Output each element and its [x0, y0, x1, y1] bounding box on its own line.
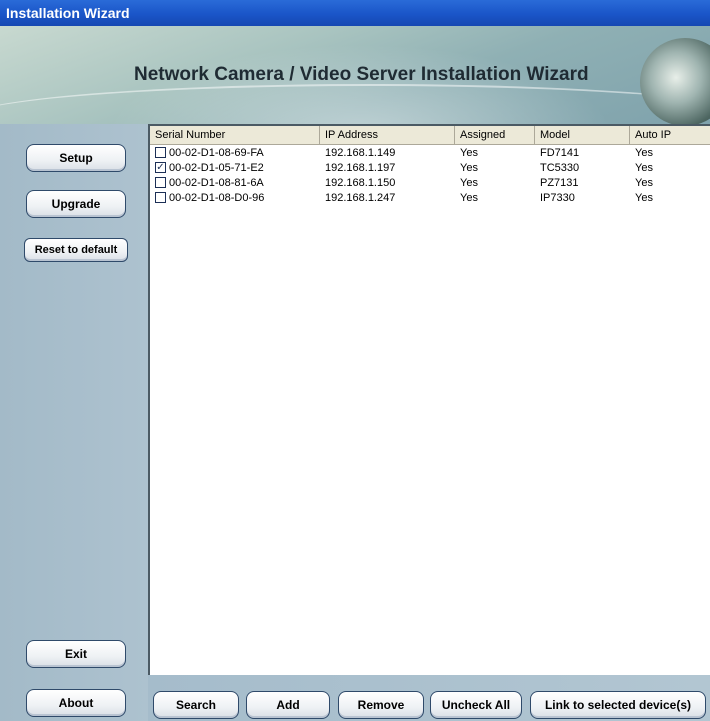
sidebar: Setup Upgrade Reset to default Exit Abou… [0, 124, 148, 721]
ip-cell: 192.168.1.149 [325, 147, 396, 159]
about-button[interactable]: About [26, 689, 126, 717]
banner-title: Network Camera / Video Server Installati… [134, 64, 589, 85]
table-header: Serial Number IP Address Assigned Model … [150, 126, 710, 145]
model-cell: IP7330 [540, 192, 575, 204]
auto-ip-cell: Yes [635, 147, 653, 159]
about-label: About [58, 696, 94, 710]
table-row[interactable]: ✓ 00-02-D1-05-71-E2 192.168.1.197 Yes TC… [150, 161, 710, 176]
ip-cell: 192.168.1.150 [325, 177, 396, 189]
serial-cell: 00-02-D1-08-81-6A [169, 177, 264, 189]
search-label: Search [175, 698, 217, 712]
auto-ip-cell: Yes [635, 192, 653, 204]
serial-cell: 00-02-D1-08-D0-96 [169, 192, 265, 204]
upgrade-button[interactable]: Upgrade [26, 190, 126, 218]
upgrade-label: Upgrade [51, 197, 101, 211]
link-label: Link to selected device(s) [544, 698, 692, 712]
assigned-cell: Yes [460, 177, 478, 189]
reset-label: Reset to default [34, 244, 118, 256]
search-button[interactable]: Search [153, 691, 239, 719]
auto-ip-cell: Yes [635, 177, 653, 189]
exit-button[interactable]: Exit [26, 640, 126, 668]
table-row[interactable]: 00-02-D1-08-D0-96 192.168.1.247 Yes IP73… [150, 191, 710, 206]
camera-lens-graphic [640, 38, 710, 124]
row-checkbox[interactable] [155, 177, 166, 188]
row-checkbox-checked[interactable]: ✓ [155, 162, 166, 173]
uncheck-all-label: Uncheck All [441, 698, 511, 712]
remove-label: Remove [357, 698, 405, 712]
column-header-assigned[interactable]: Assigned [455, 126, 535, 144]
model-cell: PZ7131 [540, 177, 579, 189]
column-header-ip[interactable]: IP Address [320, 126, 455, 144]
assigned-cell: Yes [460, 192, 478, 204]
column-header-auto-ip[interactable]: Auto IP [630, 126, 710, 144]
serial-cell: 00-02-D1-08-69-FA [169, 147, 264, 159]
model-cell: FD7141 [540, 147, 580, 159]
row-checkbox[interactable] [155, 147, 166, 158]
bottom-toolbar: Search Add Remove Uncheck All Link to se… [148, 675, 710, 721]
link-to-selected-devices-button[interactable]: Link to selected device(s) [530, 691, 706, 719]
table-row[interactable]: 00-02-D1-08-69-FA 192.168.1.149 Yes FD71… [150, 146, 710, 161]
window-title: Installation Wizard [0, 0, 710, 26]
setup-label: Setup [59, 151, 93, 165]
table-row[interactable]: 00-02-D1-08-81-6A 192.168.1.150 Yes PZ71… [150, 176, 710, 191]
reset-to-default-button[interactable]: Reset to default [24, 238, 128, 262]
add-button[interactable]: Add [246, 691, 330, 719]
assigned-cell: Yes [460, 162, 478, 174]
model-cell: TC5330 [540, 162, 580, 174]
device-list[interactable]: Serial Number IP Address Assigned Model … [148, 124, 710, 675]
setup-button[interactable]: Setup [26, 144, 126, 172]
banner: Network Camera / Video Server Installati… [0, 26, 710, 124]
uncheck-all-button[interactable]: Uncheck All [430, 691, 522, 719]
auto-ip-cell: Yes [635, 162, 653, 174]
add-label: Add [276, 698, 300, 712]
row-checkbox[interactable] [155, 192, 166, 203]
ip-cell: 192.168.1.197 [325, 162, 396, 174]
assigned-cell: Yes [460, 147, 478, 159]
ip-cell: 192.168.1.247 [325, 192, 396, 204]
banner-decoration [0, 84, 710, 124]
column-header-serial[interactable]: Serial Number [150, 126, 320, 144]
exit-label: Exit [64, 647, 87, 661]
remove-button[interactable]: Remove [338, 691, 424, 719]
serial-cell: 00-02-D1-05-71-E2 [169, 162, 264, 174]
column-header-model[interactable]: Model [535, 126, 630, 144]
